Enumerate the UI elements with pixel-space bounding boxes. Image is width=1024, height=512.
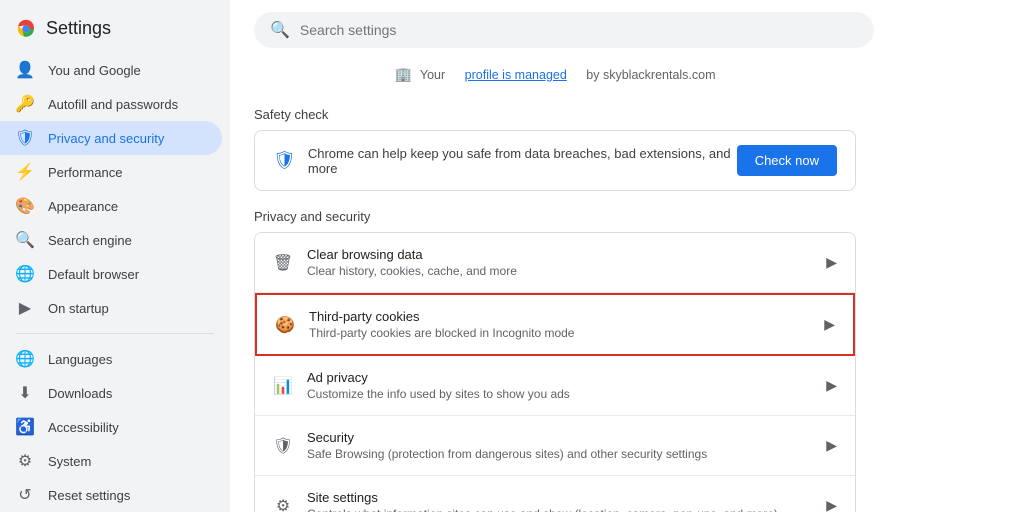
search-engine-icon: 🔍 bbox=[16, 231, 34, 249]
arrow-icon-ad: ▶ bbox=[826, 377, 837, 394]
search-input[interactable] bbox=[300, 22, 858, 38]
settings-item-third-party-cookies[interactable]: 🍪 Third-party cookies Third-party cookie… bbox=[257, 295, 853, 354]
safety-card-left: 🛡 Chrome can help keep you safe from dat… bbox=[273, 146, 737, 176]
check-now-button[interactable]: Check now bbox=[737, 145, 837, 176]
managed-suffix: by skyblackrentals.com bbox=[586, 68, 715, 82]
sidebar-divider-1 bbox=[16, 333, 214, 334]
content-area: 🏢 Your profile is managed by skyblackren… bbox=[230, 60, 880, 512]
system-icon: ⚙ bbox=[16, 452, 34, 470]
settings-item-ad-privacy[interactable]: 📊 Ad privacy Customize the info used by … bbox=[255, 356, 855, 416]
managed-icon: 🏢 bbox=[394, 66, 411, 83]
sidebar-item-search-engine[interactable]: 🔍 Search engine bbox=[0, 223, 222, 257]
settings-item-ad-text: Ad privacy Customize the info used by si… bbox=[307, 370, 570, 401]
ad-privacy-subtitle: Customize the info used by sites to show… bbox=[307, 387, 570, 401]
site-settings-subtitle: Controls what information sites can use … bbox=[307, 507, 778, 512]
privacy-security-title: Privacy and security bbox=[254, 209, 856, 224]
privacy-settings-list: 🗑 Clear browsing data Clear history, coo… bbox=[254, 232, 856, 512]
settings-item-cookies-left: 🍪 Third-party cookies Third-party cookie… bbox=[275, 309, 574, 340]
safety-check-title: Safety check bbox=[254, 107, 856, 122]
settings-item-security-text: Security Safe Browsing (protection from … bbox=[307, 430, 707, 461]
key-icon: 🔑 bbox=[16, 95, 34, 113]
managed-prefix: Your bbox=[420, 68, 445, 82]
managed-link[interactable]: profile is managed bbox=[465, 68, 567, 82]
managed-banner: 🏢 Your profile is managed by skyblackren… bbox=[254, 60, 856, 93]
clear-browsing-subtitle: Clear history, cookies, cache, and more bbox=[307, 264, 517, 278]
ad-privacy-title: Ad privacy bbox=[307, 370, 570, 385]
sidebar: Settings 👤 You and Google 🔑 Autofill and… bbox=[0, 0, 230, 512]
sidebar-item-default-browser[interactable]: 🌐 Default browser bbox=[0, 257, 222, 291]
settings-item-site-left: ⚙ Site settings Controls what informatio… bbox=[273, 490, 778, 512]
clear-browsing-title: Clear browsing data bbox=[307, 247, 517, 262]
cookies-title: Third-party cookies bbox=[309, 309, 574, 324]
settings-item-clear-text: Clear browsing data Clear history, cooki… bbox=[307, 247, 517, 278]
sidebar-item-privacy[interactable]: 🛡 Privacy and security bbox=[0, 121, 222, 155]
sidebar-item-reset[interactable]: ↺ Reset settings bbox=[0, 478, 222, 512]
sidebar-group-2: 🌐 Languages ⬇ Downloads ♿ Accessibility … bbox=[0, 342, 230, 512]
safety-shield-icon: 🛡 bbox=[273, 150, 296, 171]
sidebar-item-appearance[interactable]: 🎨 Appearance bbox=[0, 189, 222, 223]
appearance-icon: 🎨 bbox=[16, 197, 34, 215]
main-content: 🔍 🏢 Your profile is managed by skyblackr… bbox=[230, 0, 1024, 512]
languages-icon: 🌐 bbox=[16, 350, 34, 368]
sidebar-item-accessibility[interactable]: ♿ Accessibility bbox=[0, 410, 222, 444]
sidebar-header: Settings bbox=[0, 8, 230, 53]
arrow-icon-cookies: ▶ bbox=[824, 316, 835, 333]
site-settings-title: Site settings bbox=[307, 490, 778, 505]
sidebar-group-1: 👤 You and Google 🔑 Autofill and password… bbox=[0, 53, 230, 325]
arrow-icon-site: ▶ bbox=[826, 497, 837, 512]
arrow-icon-security: ▶ bbox=[826, 437, 837, 454]
reset-icon: ↺ bbox=[16, 486, 34, 504]
app-title: Settings bbox=[46, 18, 111, 39]
trash-icon: 🗑 bbox=[273, 253, 293, 273]
sidebar-item-performance[interactable]: ⚡ Performance bbox=[0, 155, 222, 189]
security-subtitle: Safe Browsing (protection from dangerous… bbox=[307, 447, 707, 461]
site-settings-icon: ⚙ bbox=[273, 496, 293, 512]
sidebar-item-languages[interactable]: 🌐 Languages bbox=[0, 342, 222, 376]
sidebar-item-autofill[interactable]: 🔑 Autofill and passwords bbox=[0, 87, 222, 121]
settings-item-site-settings[interactable]: ⚙ Site settings Controls what informatio… bbox=[255, 476, 855, 512]
arrow-icon-clear: ▶ bbox=[826, 254, 837, 271]
sidebar-item-on-startup[interactable]: ▶ On startup bbox=[0, 291, 222, 325]
person-icon: 👤 bbox=[16, 61, 34, 79]
settings-item-clear-left: 🗑 Clear browsing data Clear history, coo… bbox=[273, 247, 517, 278]
ad-privacy-icon: 📊 bbox=[273, 376, 293, 396]
sidebar-item-downloads[interactable]: ⬇ Downloads bbox=[0, 376, 222, 410]
search-bar-wrap: 🔍 bbox=[230, 0, 1024, 60]
settings-item-security-left: 🛡 Security Safe Browsing (protection fro… bbox=[273, 430, 707, 461]
settings-item-security[interactable]: 🛡 Security Safe Browsing (protection fro… bbox=[255, 416, 855, 476]
settings-item-cookies-text: Third-party cookies Third-party cookies … bbox=[309, 309, 574, 340]
accessibility-icon: ♿ bbox=[16, 418, 34, 436]
chrome-logo-icon bbox=[16, 19, 36, 39]
highlighted-wrapper: 🍪 Third-party cookies Third-party cookie… bbox=[255, 293, 855, 356]
settings-item-clear-browsing[interactable]: 🗑 Clear browsing data Clear history, coo… bbox=[255, 233, 855, 293]
cookies-icon: 🍪 bbox=[275, 315, 295, 335]
startup-icon: ▶ bbox=[16, 299, 34, 317]
settings-item-site-text: Site settings Controls what information … bbox=[307, 490, 778, 512]
search-icon: 🔍 bbox=[270, 20, 290, 40]
performance-icon: ⚡ bbox=[16, 163, 34, 181]
browser-icon: 🌐 bbox=[16, 265, 34, 283]
safety-check-card: 🛡 Chrome can help keep you safe from dat… bbox=[254, 130, 856, 191]
shield-icon: 🛡 bbox=[16, 129, 34, 147]
sidebar-item-system[interactable]: ⚙ System bbox=[0, 444, 222, 478]
security-title: Security bbox=[307, 430, 707, 445]
settings-item-ad-left: 📊 Ad privacy Customize the info used by … bbox=[273, 370, 570, 401]
sidebar-item-you-and-google[interactable]: 👤 You and Google bbox=[0, 53, 222, 87]
search-bar: 🔍 bbox=[254, 12, 874, 48]
downloads-icon: ⬇ bbox=[16, 384, 34, 402]
security-shield-icon: 🛡 bbox=[273, 436, 293, 456]
cookies-subtitle: Third-party cookies are blocked in Incog… bbox=[309, 326, 574, 340]
safety-text: Chrome can help keep you safe from data … bbox=[308, 146, 737, 176]
